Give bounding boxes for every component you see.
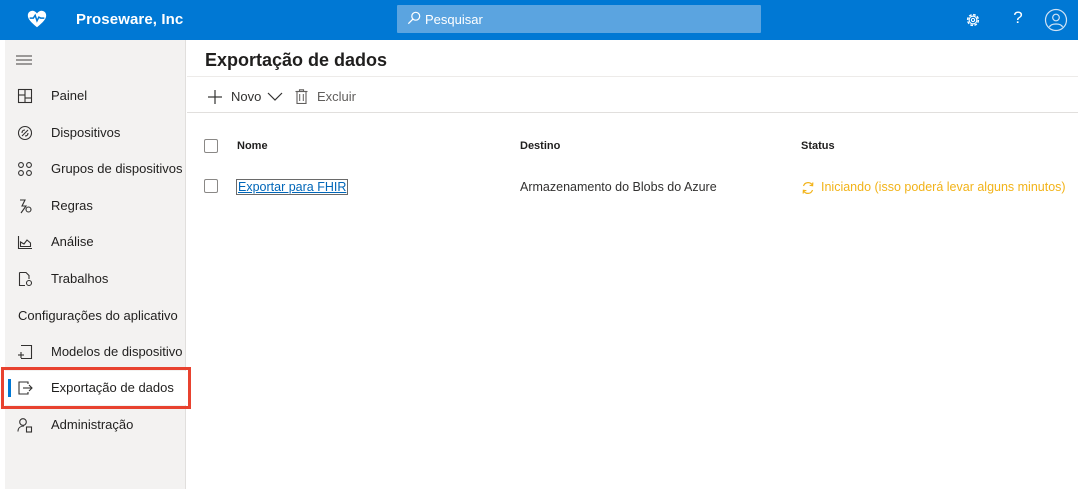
sidebar-item-label: Dispositivos: [51, 125, 121, 140]
jobs-icon: [18, 271, 33, 287]
chevron-down-icon[interactable]: [267, 89, 283, 105]
highlight-annotation: [1, 367, 191, 409]
hamburger-menu-icon[interactable]: [16, 54, 32, 66]
sidebar-item-trabalhos[interactable]: Trabalhos: [5, 262, 186, 296]
sidebar-item-label: Grupos de dispositivos: [51, 161, 183, 176]
help-icon[interactable]: ?: [1008, 8, 1028, 30]
sidebar-item-regras[interactable]: Regras: [5, 189, 186, 223]
sidebar-item-label: Regras: [51, 198, 93, 213]
row-checkbox[interactable]: [204, 179, 218, 193]
device-templates-icon: [18, 344, 33, 360]
sidebar-item-dispositivos[interactable]: Dispositivos: [5, 116, 186, 150]
plus-icon: [208, 90, 222, 104]
analytics-icon: [17, 236, 32, 250]
delete-button-label: Excluir: [317, 89, 357, 104]
main-content: Exportação de dados Novo Excluir Nome De…: [187, 40, 1078, 489]
divider: [187, 112, 1078, 113]
column-header-destination[interactable]: Destino: [520, 140, 560, 152]
devices-icon: [17, 125, 33, 141]
sidebar-item-administracao[interactable]: Administração: [5, 408, 186, 442]
top-bar: Proseware, Inc ?: [0, 0, 1078, 40]
sidebar-item-label: Trabalhos: [51, 271, 109, 286]
divider: [187, 76, 1078, 77]
avatar[interactable]: [1044, 8, 1068, 32]
gear-icon[interactable]: [964, 11, 982, 29]
search-input[interactable]: [425, 5, 755, 33]
sidebar-item-label: Modelos de dispositivo: [51, 344, 183, 359]
export-name-link[interactable]: Exportar para FHIR: [236, 179, 349, 195]
search-icon: [407, 11, 421, 25]
sidebar: Painel Dispositivos Grupos de dispositiv…: [5, 40, 186, 489]
command-bar: Novo Excluir: [187, 84, 1078, 110]
trash-icon: [295, 89, 308, 104]
export-destination: Armazenamento do Blobs do Azure: [520, 180, 717, 194]
sidebar-item-label: Análise: [51, 234, 94, 249]
sidebar-item-painel[interactable]: Painel: [5, 79, 186, 113]
rules-icon: [20, 199, 32, 214]
refresh-icon: [802, 182, 814, 194]
page-title: Exportação de dados: [205, 50, 388, 70]
new-button-label: Novo: [231, 89, 262, 104]
sidebar-item-label: Administração: [51, 417, 134, 432]
sidebar-item-analise[interactable]: Análise: [5, 225, 186, 259]
sidebar-item-label: Painel: [51, 88, 88, 103]
dashboard-icon: [17, 88, 33, 104]
device-groups-icon: [18, 162, 32, 176]
select-all-checkbox[interactable]: [204, 139, 218, 153]
sidebar-item-grupos-de-dispositivos[interactable]: Grupos de dispositivos: [5, 152, 186, 186]
section-title-app-settings: Configurações do aplicativo: [18, 308, 178, 323]
heart-pulse-icon: [27, 10, 47, 28]
export-status: Iniciando (isso poderá levar alguns minu…: [821, 180, 1066, 194]
sidebar-item-modelos-de-dispositivo[interactable]: Modelos de dispositivo: [5, 335, 186, 369]
app-brand[interactable]: Proseware, Inc: [76, 11, 183, 28]
column-header-status[interactable]: Status: [801, 140, 835, 152]
column-header-name[interactable]: Nome: [237, 140, 268, 152]
administration-icon: [17, 418, 33, 433]
search-box[interactable]: [397, 5, 761, 33]
